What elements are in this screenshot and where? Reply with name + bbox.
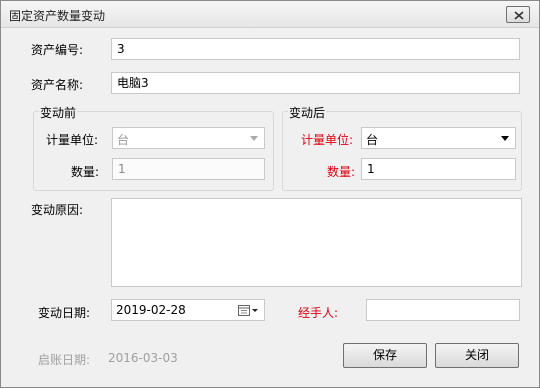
asset-no-field[interactable]: 3: [111, 38, 520, 60]
reason-textarea[interactable]: [111, 198, 522, 287]
after-unit-value: 台: [366, 133, 379, 147]
close-button[interactable]: 关闭: [435, 343, 519, 368]
open-date-label: 启账日期:: [38, 353, 91, 367]
after-qty-field[interactable]: 1: [361, 158, 516, 180]
before-unit-label: 计量单位:: [46, 133, 99, 147]
open-date-value: 2016-03-03: [108, 351, 178, 365]
before-qty-field: 1: [112, 158, 265, 180]
asset-no-label: 资产编号:: [31, 43, 84, 57]
before-unit-value: 台: [117, 133, 130, 147]
before-qty-label: 数量:: [71, 165, 100, 179]
before-group-label: 变动前: [39, 104, 78, 121]
dialog-window: 固定资产数量变动 资产编号: 3 资产名称: 电脑3 变动前 计量单位: 台 数…: [0, 0, 540, 388]
chevron-down-icon: [501, 136, 509, 141]
change-date-value: 2019-02-28: [116, 303, 186, 317]
before-unit-select: 台: [112, 127, 265, 149]
asset-name-label: 资产名称:: [31, 78, 84, 92]
handler-label: 经手人:: [298, 306, 339, 320]
close-icon: [514, 11, 524, 20]
after-unit-label: 计量单位:: [301, 133, 354, 147]
chevron-down-icon: [250, 136, 258, 141]
calendar-dropdown-icon[interactable]: [238, 304, 260, 317]
asset-name-field[interactable]: 电脑3: [111, 72, 520, 94]
after-group-label: 变动后: [288, 104, 327, 121]
after-unit-select[interactable]: 台: [361, 127, 516, 149]
change-date-picker[interactable]: 2019-02-28: [111, 299, 265, 321]
save-button[interactable]: 保存: [343, 343, 427, 368]
handler-field[interactable]: [366, 299, 520, 321]
window-title: 固定资产数量变动: [9, 9, 106, 23]
title-bar: 固定资产数量变动: [1, 1, 539, 28]
close-window-button[interactable]: [506, 6, 530, 23]
change-date-label: 变动日期:: [38, 306, 91, 320]
after-qty-label: 数量:: [327, 165, 356, 179]
reason-label: 变动原因:: [31, 203, 84, 217]
